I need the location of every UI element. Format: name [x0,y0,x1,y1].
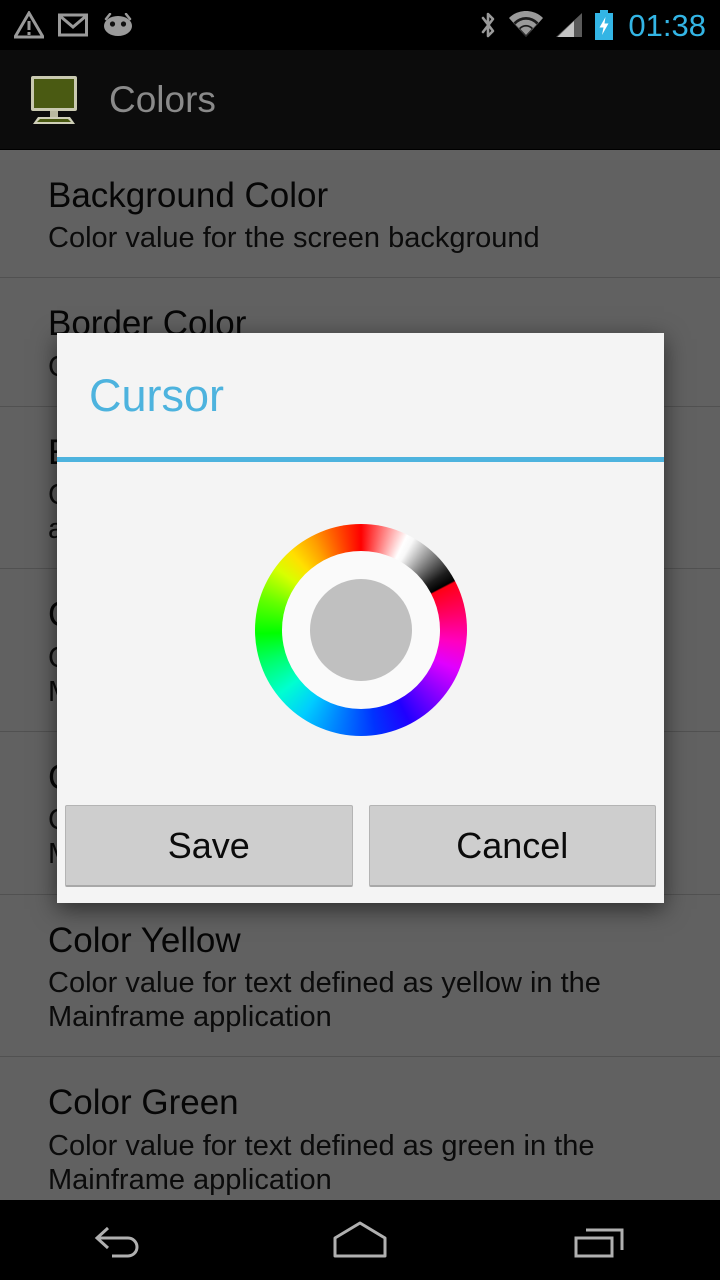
color-picker-dialog: Cursor Save Cancel [57,333,664,903]
dialog-title: Cursor [89,369,225,421]
cancel-button[interactable]: Cancel [368,805,656,887]
cellular-signal-icon [556,13,583,37]
page-title: Colors [109,78,216,120]
status-bar-clock: 01:38 [628,7,706,43]
battery-charging-icon [595,10,614,40]
dialog-body [57,462,664,803]
navigation-bar [0,1200,720,1280]
list-item[interactable]: Color Yellow Color value for text define… [0,895,720,1058]
dialog-button-bar: Save Cancel [57,803,664,903]
preference-summary: Color value for text defined as green in… [48,1129,595,1196]
status-bar-system-icons: 01:38 [478,9,706,41]
save-button[interactable]: Save [65,805,353,887]
warning-triangle-icon [14,11,44,39]
gmail-icon [58,13,88,37]
selected-color-swatch[interactable] [309,578,412,681]
preference-summary: Color value for the screen background [48,222,540,255]
android-screen: 01:38 Colors Background Color Color valu… [0,0,720,1280]
preference-title: Color Yellow [48,920,241,960]
status-bar-notification-icons [14,11,134,39]
preference-summary: Color value for text defined as yellow i… [48,966,601,1034]
computer-monitor-icon[interactable] [26,72,82,128]
status-bar: 01:38 [0,0,720,50]
action-bar: Colors [0,50,720,150]
preference-title: Background Color [48,176,329,215]
home-icon[interactable] [280,1200,440,1280]
recents-icon[interactable] [520,1200,680,1280]
android-head-icon [104,13,132,36]
dialog-title-bar: Cursor [57,333,664,462]
preference-title: Color Green [48,1083,239,1123]
bluetooth-icon [482,12,495,38]
back-icon[interactable] [40,1200,200,1280]
wifi-icon [509,11,544,37]
color-wheel-picker[interactable] [254,523,467,736]
list-item[interactable]: Color Green Color value for text defined… [0,1057,720,1200]
list-item[interactable]: Background Color Color value for the scr… [0,150,720,279]
